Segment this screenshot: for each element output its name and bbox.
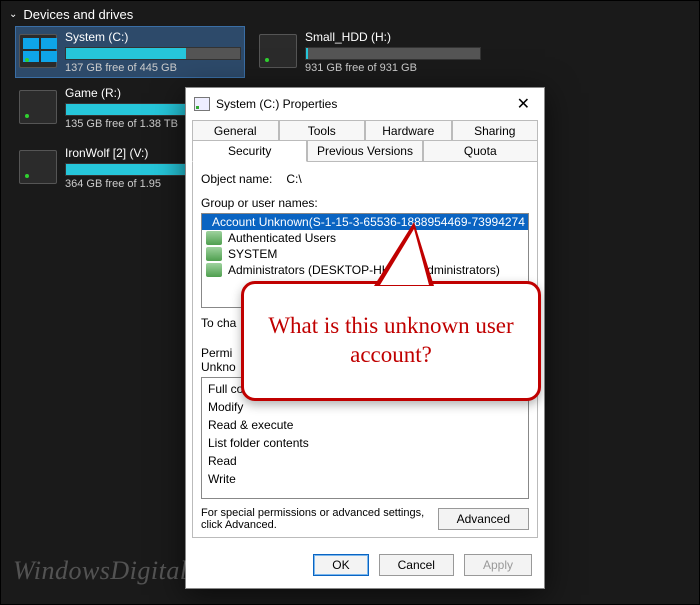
permission-row: Read & execute bbox=[208, 416, 522, 434]
chevron-down-icon: ⌄ bbox=[9, 9, 17, 20]
drive-item[interactable]: Small_HDD (H:) 931 GB free of 931 GB bbox=[255, 26, 485, 78]
permission-row: Write bbox=[208, 470, 522, 488]
drive-label: System (C:) bbox=[65, 30, 241, 44]
storage-bar bbox=[305, 47, 481, 60]
drive-item[interactable]: System (C:) 137 GB free of 445 GB bbox=[15, 26, 245, 78]
drive-icon bbox=[19, 150, 57, 184]
dialog-title: System (C:) Properties bbox=[216, 97, 505, 111]
group-label: Group or user names: bbox=[201, 196, 529, 210]
drive-icon bbox=[194, 97, 210, 111]
drive-label: Small_HDD (H:) bbox=[305, 30, 481, 44]
tab-tools[interactable]: Tools bbox=[279, 120, 366, 141]
people-icon bbox=[206, 263, 222, 277]
close-icon[interactable]: ✕ bbox=[511, 94, 536, 114]
drive-icon bbox=[19, 90, 57, 124]
callout-bubble: What is this unknown user account? bbox=[241, 281, 541, 401]
cancel-button[interactable]: Cancel bbox=[379, 554, 454, 576]
apply-button[interactable]: Apply bbox=[464, 554, 532, 576]
title-bar[interactable]: System (C:) Properties ✕ bbox=[186, 88, 544, 120]
principal-item[interactable]: Administrators (DESKTOP-HH9IR6\Administr… bbox=[202, 262, 528, 278]
watermark: WindowsDigitals.com bbox=[13, 556, 250, 586]
ok-button[interactable]: OK bbox=[313, 554, 368, 576]
principal-label: SYSTEM bbox=[228, 247, 277, 261]
tabs: GeneralToolsHardwareSharing SecurityPrev… bbox=[186, 120, 544, 161]
people-icon bbox=[206, 247, 222, 261]
drive-icon bbox=[259, 34, 297, 68]
storage-bar bbox=[65, 47, 241, 60]
principal-item[interactable]: Authenticated Users bbox=[202, 230, 528, 246]
principal-item[interactable]: SYSTEM bbox=[202, 246, 528, 262]
callout-text: What is this unknown user account? bbox=[244, 312, 538, 370]
section-header[interactable]: ⌄ Devices and drives bbox=[1, 1, 699, 26]
tab-sharing[interactable]: Sharing bbox=[452, 120, 539, 141]
drive-icon bbox=[19, 34, 57, 68]
permission-row: Read bbox=[208, 452, 522, 470]
permission-row: List folder contents bbox=[208, 434, 522, 452]
tab-general[interactable]: General bbox=[192, 120, 279, 141]
tab-previous-versions[interactable]: Previous Versions bbox=[307, 140, 422, 162]
principal-label: Administrators (DESKTOP-HH9IR6\Administr… bbox=[228, 263, 500, 277]
drive-subtext: 931 GB free of 931 GB bbox=[305, 62, 481, 74]
section-title: Devices and drives bbox=[23, 7, 133, 22]
advanced-text: For special permissions or advanced sett… bbox=[201, 507, 428, 531]
principal-item[interactable]: Account Unknown(S-1-15-3-65536-188895446… bbox=[202, 214, 528, 230]
tab-quota[interactable]: Quota bbox=[423, 140, 538, 162]
tab-hardware[interactable]: Hardware bbox=[365, 120, 452, 141]
principal-label: Authenticated Users bbox=[228, 231, 336, 245]
advanced-button[interactable]: Advanced bbox=[438, 508, 529, 530]
people-icon bbox=[206, 231, 222, 245]
drive-subtext: 137 GB free of 445 GB bbox=[65, 62, 241, 74]
object-name-label: Object name: bbox=[201, 172, 272, 186]
tab-security[interactable]: Security bbox=[192, 140, 307, 162]
principal-label: Account Unknown(S-1-15-3-65536-188895446… bbox=[212, 215, 525, 229]
object-name-value: C:\ bbox=[286, 172, 301, 186]
